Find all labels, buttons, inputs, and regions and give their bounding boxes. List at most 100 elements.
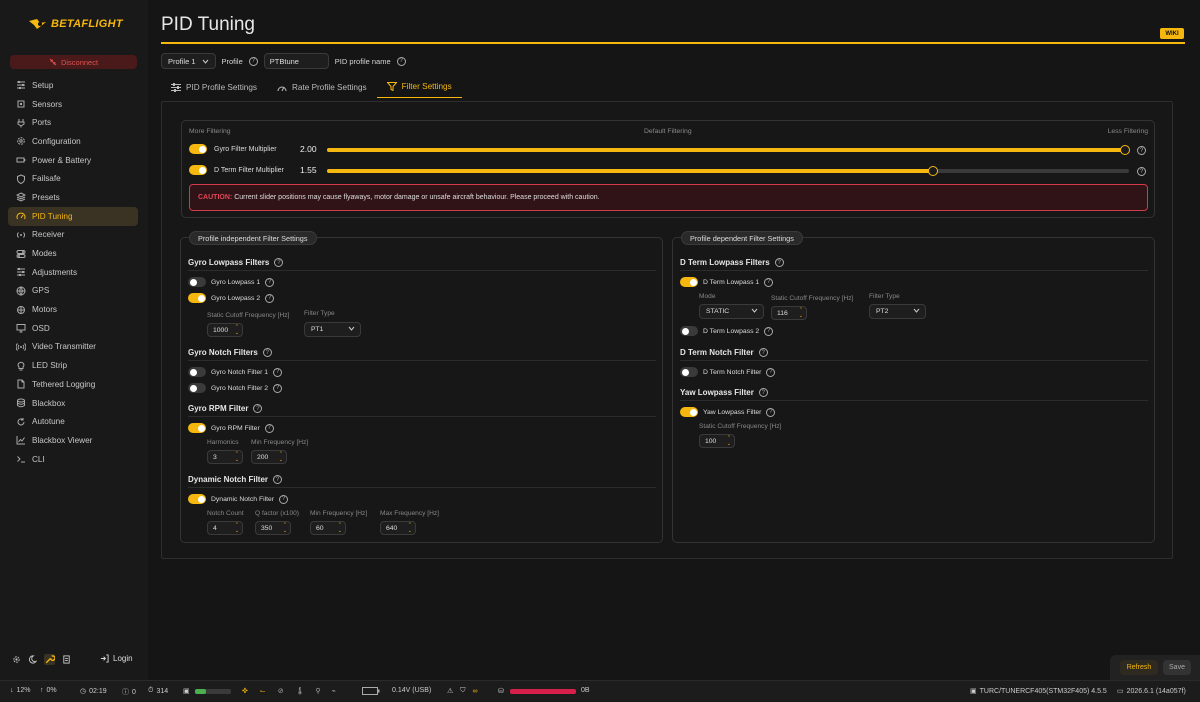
dterm-lowpass-2-toggle[interactable] xyxy=(680,326,698,336)
dterm-notch-toggle[interactable] xyxy=(680,367,698,377)
sidebar-item-video-transmitter[interactable]: Video Transmitter xyxy=(8,338,138,357)
dterm-cutoff-input[interactable]: 116 ⌃ ⌄ xyxy=(771,306,807,320)
stepper-icon[interactable]: ⌃ ⌄ xyxy=(727,435,731,447)
plug-icon xyxy=(17,118,25,128)
help-icon[interactable]: ? xyxy=(758,388,768,397)
sidebar-item-cli[interactable]: CLI xyxy=(8,450,138,469)
yaw-lowpass-toggle[interactable] xyxy=(680,407,698,417)
dterm-slider-handle[interactable] xyxy=(927,166,938,176)
min-frequency-input[interactable]: 60 ⌃ ⌄ xyxy=(310,521,346,535)
stepper-icon[interactable]: ⌃ ⌄ xyxy=(338,522,342,534)
stepper-icon[interactable]: ⌃ ⌄ xyxy=(235,451,239,463)
tab-filter-settings[interactable]: Filter Settings xyxy=(376,76,462,98)
help-icon[interactable]: ? xyxy=(764,326,774,336)
tab-rate-profile[interactable]: Rate Profile Settings xyxy=(267,76,377,98)
dynamic-notch-toggle[interactable] xyxy=(188,494,206,504)
sidebar-item-failsafe[interactable]: Failsafe xyxy=(8,169,138,188)
toggle-label: Gyro Notch Filter 1 xyxy=(211,368,269,376)
sidebar-item-blackbox-viewer[interactable]: Blackbox Viewer xyxy=(8,431,138,450)
wrench-icon[interactable] xyxy=(44,654,55,665)
wiki-button[interactable]: WIKI xyxy=(1160,28,1184,39)
help-icon[interactable]: ? xyxy=(265,277,275,287)
sidebar-item-receiver[interactable]: Receiver xyxy=(8,226,138,245)
gyro-rpm-harmonics-input[interactable]: 3 ⌃ ⌄ xyxy=(207,450,243,464)
tab-pid-profile[interactable]: PID Profile Settings xyxy=(161,76,267,98)
max-frequency-input[interactable]: 640 ⌃ ⌄ xyxy=(380,521,416,535)
help-icon[interactable]: ? xyxy=(1137,146,1146,155)
sidebar-item-presets[interactable]: Presets xyxy=(8,188,138,207)
gyro-slider-handle[interactable] xyxy=(1120,145,1130,155)
section-title: Gyro Lowpass Filters xyxy=(188,258,270,267)
save-button[interactable]: Save xyxy=(1163,660,1191,675)
sidebar-item-osd[interactable]: OSD xyxy=(8,319,138,338)
stepper-icon[interactable]: ⌃ ⌄ xyxy=(799,307,803,319)
profile-select[interactable]: Profile 1 xyxy=(161,53,216,69)
gear-icon[interactable] xyxy=(12,655,21,664)
sidebar-item-autotune[interactable]: Autotune xyxy=(8,412,138,431)
gyro-multiplier-toggle[interactable] xyxy=(189,144,207,154)
sidebar-item-power-battery[interactable]: Power & Battery xyxy=(8,151,138,170)
gyro-lowpass-2-toggle[interactable] xyxy=(188,293,206,303)
stepper-icon[interactable]: ⌃ ⌄ xyxy=(283,522,287,534)
sidebar-item-adjustments[interactable]: Adjustments xyxy=(8,263,138,282)
help-icon[interactable]: ? xyxy=(273,367,283,377)
sidebar-item-modes[interactable]: Modes xyxy=(8,244,138,263)
help-icon[interactable]: ? xyxy=(265,293,275,303)
storage-value: 0B xyxy=(581,687,590,694)
help-icon[interactable]: ? xyxy=(766,407,776,417)
stepper-icon[interactable]: ⌃ ⌄ xyxy=(235,324,239,336)
sidebar-item-sensors[interactable]: Sensors xyxy=(8,95,138,114)
help-icon[interactable]: ? xyxy=(774,258,784,267)
profile-name-input[interactable]: PTBtune xyxy=(263,53,329,69)
refresh-button[interactable]: Refresh xyxy=(1120,660,1158,675)
help-icon[interactable]: ? xyxy=(764,277,774,287)
stepper-icon[interactable]: ⌃ ⌄ xyxy=(279,451,283,463)
sidebar-item-configuration[interactable]: Configuration xyxy=(8,132,138,151)
sidebar-item-pid-tuning[interactable]: PID Tuning xyxy=(8,206,138,226)
gyro-lowpass-2-cutoff-input[interactable]: 1000 ⌃ ⌄ xyxy=(207,323,243,337)
yaw-cutoff-input[interactable]: 100 ⌃ ⌄ xyxy=(699,434,735,448)
sidebar-item-gps[interactable]: GPS xyxy=(8,282,138,301)
help-icon[interactable]: ? xyxy=(758,348,768,357)
help-icon[interactable]: ? xyxy=(253,404,263,413)
motor-icon xyxy=(17,305,25,314)
notch-count-input[interactable]: 4 ⌃ ⌄ xyxy=(207,521,243,535)
gyro-notch-1-toggle[interactable] xyxy=(188,367,206,377)
document-icon[interactable] xyxy=(62,655,71,664)
less-filtering-label: Less Filtering xyxy=(1107,128,1148,135)
moon-icon[interactable] xyxy=(28,655,37,664)
help-icon[interactable]: ? xyxy=(273,475,283,484)
gauge-icon xyxy=(277,86,287,91)
sidebar-item-setup[interactable]: Setup xyxy=(8,76,138,95)
sidebar-item-tethered-logging[interactable]: Tethered Logging xyxy=(8,375,138,394)
sidebar-item-ports[interactable]: Ports xyxy=(8,113,138,132)
dterm-multiplier-toggle[interactable] xyxy=(189,165,207,175)
help-icon[interactable]: ? xyxy=(766,367,776,377)
help-icon[interactable]: ? xyxy=(262,348,272,357)
login-button[interactable]: Login xyxy=(100,654,133,663)
help-icon[interactable]: ? xyxy=(273,383,283,393)
sidebar-item-label: Tethered Logging xyxy=(32,379,96,389)
sidebar-item-motors[interactable]: Motors xyxy=(8,300,138,319)
sidebar-item-blackbox[interactable]: Blackbox xyxy=(8,394,138,413)
gyro-lowpass-2-type-select[interactable]: PT1 xyxy=(304,322,361,337)
help-icon[interactable]: ? xyxy=(1137,167,1146,176)
dterm-type-select[interactable]: PT2 xyxy=(869,304,926,319)
gyro-lowpass-1-toggle[interactable] xyxy=(188,277,206,287)
sidebar-item-led-strip[interactable]: LED Strip xyxy=(8,356,138,375)
dterm-mode-select[interactable]: STATIC xyxy=(699,304,764,319)
gyro-multiplier-row: Gyro Filter Multiplier xyxy=(189,143,277,155)
gyro-rpm-toggle[interactable] xyxy=(188,423,206,433)
help-icon[interactable]: ? xyxy=(274,258,284,267)
stepper-icon[interactable]: ⌃ ⌄ xyxy=(235,522,239,534)
gyro-notch-2-toggle[interactable] xyxy=(188,383,206,393)
help-icon[interactable]: ? xyxy=(279,494,289,504)
help-icon[interactable]: ? xyxy=(396,56,406,66)
disconnect-button[interactable]: Disconnect xyxy=(10,55,137,69)
help-icon[interactable]: ? xyxy=(248,56,258,66)
dterm-lowpass-1-toggle[interactable] xyxy=(680,277,698,287)
q-factor-input[interactable]: 350 ⌃ ⌄ xyxy=(255,521,291,535)
stepper-icon[interactable]: ⌃ ⌄ xyxy=(408,522,412,534)
gyro-rpm-minfreq-input[interactable]: 200 ⌃ ⌄ xyxy=(251,450,287,464)
help-icon[interactable]: ? xyxy=(264,423,274,433)
